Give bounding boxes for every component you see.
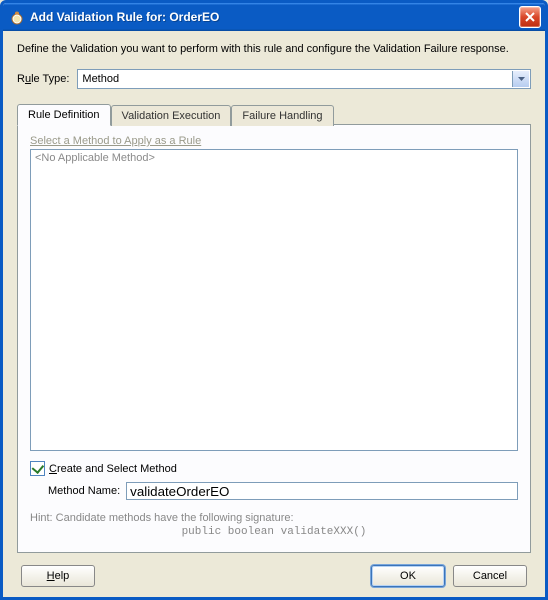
signature-text: public boolean validateXXX() <box>30 526 518 538</box>
tab-validation-execution[interactable]: Validation Execution <box>111 105 232 126</box>
close-button[interactable] <box>519 6 541 28</box>
method-name-label: Method Name: <box>48 485 120 497</box>
titlebar: Add Validation Rule for: OrderEO <box>3 3 545 31</box>
hint-text: Hint: Candidate methods have the followi… <box>30 512 518 524</box>
dropdown-arrow-icon <box>512 71 529 87</box>
tab-bar: Rule Definition Validation Execution Fai… <box>17 103 531 124</box>
footer: Help OK Cancel <box>17 559 531 587</box>
create-method-checkbox[interactable] <box>30 461 45 476</box>
tab-failure-handling[interactable]: Failure Handling <box>231 105 333 126</box>
rule-type-select[interactable]: Method <box>77 69 531 89</box>
create-method-row: Create and Select Method <box>30 461 518 476</box>
method-section-label: Select a Method to Apply as a Rule <box>30 135 518 147</box>
rule-type-value: Method <box>82 73 119 85</box>
method-listbox[interactable]: <No Applicable Method> <box>30 149 518 451</box>
dialog-body: Define the Validation you want to perfor… <box>3 31 545 597</box>
dialog-window: Add Validation Rule for: OrderEO Define … <box>0 0 548 600</box>
create-method-label[interactable]: Create and Select Method <box>49 463 177 475</box>
tab-panel: Select a Method to Apply as a Rule <No A… <box>17 124 531 553</box>
rule-type-label: Rule Type: <box>17 73 69 85</box>
intro-text: Define the Validation you want to perfor… <box>17 43 531 55</box>
tab-rule-definition[interactable]: Rule Definition <box>17 104 111 126</box>
ok-button[interactable]: OK <box>371 565 445 587</box>
listbox-placeholder: <No Applicable Method> <box>35 152 155 164</box>
rule-type-row: Rule Type: Method <box>17 69 531 89</box>
window-title: Add Validation Rule for: OrderEO <box>30 10 519 24</box>
help-button[interactable]: Help <box>21 565 95 587</box>
app-icon <box>9 9 25 25</box>
cancel-button[interactable]: Cancel <box>453 565 527 587</box>
method-name-row: Method Name: <box>48 482 518 500</box>
method-name-input[interactable] <box>126 482 518 500</box>
